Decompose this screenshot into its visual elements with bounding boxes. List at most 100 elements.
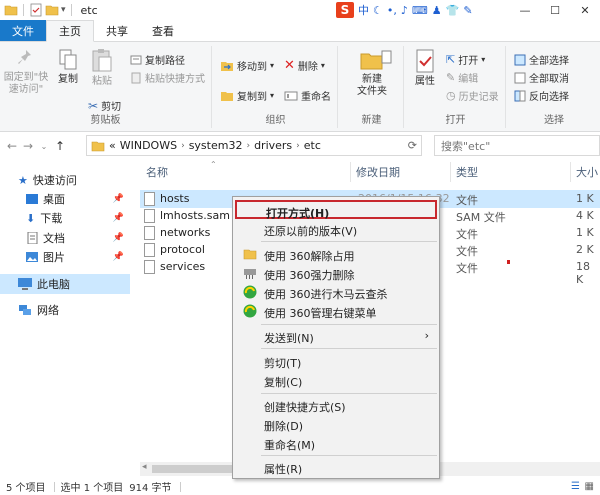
toolbar-divider <box>23 4 24 16</box>
pin-icon[interactable]: 📌 <box>113 213 124 223</box>
history-button[interactable]: ◷ 历史记录 <box>446 88 499 103</box>
open-arrow-icon: ⇱ <box>446 53 456 66</box>
nav-pictures[interactable]: 图片 📌 <box>0 247 130 267</box>
paste-shortcut-button[interactable]: 粘贴快捷方式 <box>130 70 205 85</box>
up-arrow-icon[interactable]: ↑ <box>52 139 68 153</box>
invert-selection-button[interactable]: 反向选择 <box>514 88 569 103</box>
breadcrumb-windows[interactable]: WINDOWS <box>120 139 177 152</box>
ime-toolbar[interactable]: S 中 ☾ •, ♪ ⌨ ♟ 👕 ✎ <box>336 1 473 19</box>
menu-item-restore-versions[interactable]: 还原以前的版本(V) <box>235 220 437 239</box>
ime-language[interactable]: 中 <box>358 2 369 18</box>
copy-button[interactable]: 复制 <box>54 48 82 86</box>
nav-network[interactable]: 网络 <box>0 300 130 320</box>
breadcrumb-chevron-icon[interactable]: › <box>296 141 300 151</box>
move-to-button[interactable]: 移动到 ▾ <box>220 58 274 73</box>
menu-item-properties[interactable]: 属性(R) <box>235 458 437 477</box>
refresh-icon[interactable]: ⟳ <box>408 139 417 152</box>
address-bar[interactable]: « WINDOWS › system32 › drivers › etc ⟳ <box>86 135 422 156</box>
pin-quick-access-button[interactable]: 固定到"快 速访问" <box>2 48 50 96</box>
invert-selection-icon <box>514 90 526 101</box>
history-label: 历史记录 <box>458 92 499 103</box>
scroll-left-icon[interactable]: ◂ <box>142 462 147 472</box>
new-folder-label: 新建 文件夹 <box>357 74 387 97</box>
close-button[interactable]: ✕ <box>570 0 600 20</box>
pin-icon[interactable]: 📌 <box>113 194 124 204</box>
menu-item-send-to[interactable]: 发送到(N) › <box>235 327 437 346</box>
menu-item-delete[interactable]: 删除(D) <box>235 415 437 434</box>
ime-punct-icon[interactable]: •, <box>387 4 397 17</box>
column-header-type[interactable]: 类型 <box>456 164 478 180</box>
copy-to-label: 复制到 <box>237 92 267 103</box>
history-icon: ◷ <box>446 89 456 102</box>
paste-button[interactable]: 粘贴 <box>86 48 118 88</box>
tab-share[interactable]: 共享 <box>94 20 140 41</box>
nav-quick-access[interactable]: ★ 快速访问 <box>0 170 130 190</box>
breadcrumb-system32[interactable]: system32 <box>189 139 243 152</box>
customize-toolbar-icon[interactable]: ▾ <box>61 5 66 15</box>
menu-item-rename[interactable]: 重命名(M) <box>235 434 437 453</box>
breadcrumb-chevron-icon[interactable]: › <box>246 141 250 151</box>
properties-button[interactable]: 属性 <box>410 48 440 88</box>
shield-360-icon <box>243 285 257 299</box>
select-group: 全部选择 全部取消 反向选择 选择 <box>508 46 600 128</box>
forward-arrow-icon[interactable]: → <box>20 139 36 153</box>
select-none-button[interactable]: 全部取消 <box>514 70 569 85</box>
breadcrumb-drivers[interactable]: drivers <box>254 139 292 152</box>
quick-access-toolbar: ▾ <box>0 0 75 20</box>
edit-button[interactable]: ✎ 编辑 <box>446 70 478 85</box>
column-divider[interactable] <box>450 162 451 182</box>
nav-documents[interactable]: 文档 📌 <box>0 228 130 248</box>
tab-file[interactable]: 文件 <box>0 20 46 41</box>
large-icons-view-icon[interactable]: ▦ <box>585 481 594 492</box>
menu-divider <box>261 393 437 394</box>
file-name: services <box>160 260 206 273</box>
new-folder-icon[interactable] <box>45 3 59 17</box>
pin-icon[interactable]: 📌 <box>113 252 124 262</box>
tab-home[interactable]: 主页 <box>46 20 94 42</box>
ime-voice-icon[interactable]: ♪ <box>401 4 408 17</box>
delete-button[interactable]: ✕ 删除 ▾ <box>284 58 325 73</box>
rename-button[interactable]: 重命名 <box>284 88 331 103</box>
menu-item-open-with[interactable]: 打开方式(H) <box>235 200 437 220</box>
file-size: 1 K <box>576 192 594 205</box>
breadcrumb-chevron-icon[interactable]: › <box>181 141 185 151</box>
ime-moon-icon[interactable]: ☾ <box>373 4 383 17</box>
new-item-icon[interactable] <box>380 50 394 64</box>
column-header-size[interactable]: 大小 <box>576 164 598 180</box>
menu-item-360-trojan-scan[interactable]: 使用 360进行木马云查杀 <box>235 283 437 302</box>
breadcrumb-overflow[interactable]: « <box>109 139 116 152</box>
copy-path-button[interactable]: 复制路径 <box>130 52 185 67</box>
nav-this-pc[interactable]: 此电脑 <box>0 274 130 294</box>
menu-item-360-unlock[interactable]: 使用 360解除占用 <box>235 245 437 264</box>
column-divider[interactable] <box>350 162 351 182</box>
menu-item-360-force-delete[interactable]: 使用 360强力删除 <box>235 264 437 283</box>
breadcrumb-etc[interactable]: etc <box>304 139 321 152</box>
properties-icon[interactable] <box>29 3 43 17</box>
menu-item-360-manage-menu[interactable]: 使用 360管理右键菜单 <box>235 302 437 321</box>
recent-chevron-icon[interactable]: ⌄ <box>36 142 52 151</box>
copy-to-button[interactable]: 复制到 ▾ <box>220 88 274 103</box>
column-divider[interactable] <box>570 162 571 182</box>
ime-tools-icon[interactable]: ✎ <box>463 4 472 17</box>
open-button[interactable]: ⇱ 打开 ▾ <box>446 52 485 67</box>
details-view-icon[interactable]: ☰ <box>571 481 580 492</box>
back-arrow-icon[interactable]: ← <box>4 139 20 153</box>
menu-item-label: 删除(D) <box>264 420 304 433</box>
desktop-icon <box>26 194 38 204</box>
select-all-button[interactable]: 全部选择 <box>514 52 569 67</box>
menu-item-cut[interactable]: 剪切(T) <box>235 352 437 371</box>
column-header-name[interactable]: 名称 <box>146 164 168 180</box>
nav-downloads[interactable]: ⬇ 下载 📌 <box>0 208 130 228</box>
tab-view[interactable]: 查看 <box>140 20 186 41</box>
minimize-button[interactable]: — <box>510 0 540 20</box>
search-input[interactable]: 搜索"etc" <box>434 135 600 156</box>
nav-desktop[interactable]: 桌面 📌 <box>0 189 130 209</box>
ime-skin-icon[interactable]: 👕 <box>446 4 460 17</box>
maximize-button[interactable]: ☐ <box>540 0 570 20</box>
menu-item-create-shortcut[interactable]: 创建快捷方式(S) <box>235 396 437 415</box>
menu-item-copy[interactable]: 复制(C) <box>235 371 437 390</box>
ime-user-icon[interactable]: ♟ <box>432 4 442 17</box>
column-header-date[interactable]: 修改日期 <box>356 164 400 180</box>
pin-icon[interactable]: 📌 <box>113 233 124 243</box>
ime-keyboard-icon[interactable]: ⌨ <box>412 4 428 17</box>
